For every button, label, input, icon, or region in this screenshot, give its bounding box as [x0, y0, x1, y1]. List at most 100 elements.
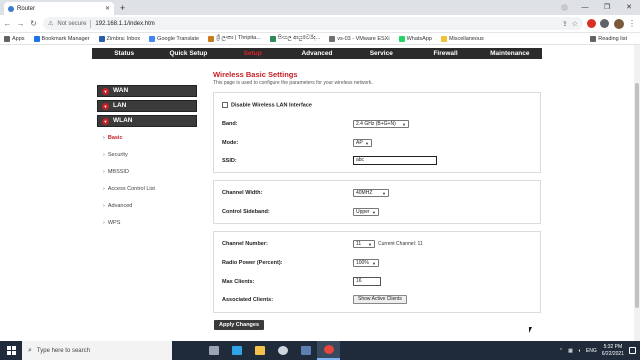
- warning-icon[interactable]: ⚠: [48, 20, 53, 27]
- apps-grid-icon: [4, 35, 10, 42]
- page-scrollbar[interactable]: [634, 45, 640, 341]
- browser-tab[interactable]: Router ✕: [4, 2, 114, 15]
- tray-arrow-icon[interactable]: ⌃: [559, 348, 563, 354]
- max-clients-input[interactable]: 16: [353, 277, 381, 286]
- menu-icon[interactable]: ⋮: [628, 19, 636, 28]
- new-tab-button[interactable]: +: [120, 3, 125, 13]
- nav-status[interactable]: Status: [92, 48, 156, 59]
- star-bookmark-icon: [33, 35, 40, 42]
- photos-icon[interactable]: [294, 341, 317, 360]
- divider: [90, 19, 92, 28]
- back-icon[interactable]: ←: [2, 19, 13, 28]
- sidebar-sub-wps[interactable]: WPS: [97, 215, 197, 232]
- disable-wlan-label: Disable Wireless LAN Interface: [231, 102, 312, 109]
- avatar[interactable]: [614, 18, 624, 29]
- close-window-button[interactable]: ✕: [618, 0, 640, 15]
- sidebar-sub-mbssid[interactable]: MBSSID: [97, 164, 197, 181]
- maximize-button[interactable]: ❐: [596, 0, 618, 15]
- channel-number-label: Channel Number:: [222, 241, 268, 247]
- control-sideband-value: Upper: [356, 209, 370, 215]
- nav-maintenance[interactable]: Maintenance: [478, 48, 542, 59]
- channel-number-select[interactable]: 11 ▼: [353, 240, 375, 248]
- close-icon[interactable]: ✕: [105, 5, 110, 12]
- task-view-icon[interactable]: [202, 341, 225, 360]
- volume-icon[interactable]: ◖: [578, 348, 581, 354]
- page-description: This page is used to configure the param…: [213, 80, 373, 86]
- associated-clients-label: Associated Clients:: [222, 297, 274, 303]
- reading-list[interactable]: Reading list: [590, 35, 627, 42]
- sidebar-sub-access-control[interactable]: Access Control List: [97, 181, 197, 198]
- site-icon: [208, 35, 215, 42]
- extensions-puzzle-icon[interactable]: [600, 19, 609, 28]
- bookmark-folder[interactable]: Miscellaneous: [440, 35, 484, 42]
- sidebar-item-wlan[interactable]: ▼ WLAN: [97, 115, 197, 127]
- address-bar[interactable]: ⚠ Not secure 192.168.1.1/index.htm ⇪ ☆: [43, 17, 583, 30]
- windows-logo-icon: [6, 346, 16, 355]
- sidebar-item-lan[interactable]: ▼ LAN: [97, 100, 197, 112]
- radio-power-label: Radio Power (Percent):: [222, 260, 283, 266]
- edge-icon[interactable]: [225, 341, 248, 360]
- system-tray: ⌃ ▦ ◖ ENG 5:32 PM 6/22/2021: [559, 341, 636, 360]
- bookmark-item[interactable]: Zimbra: Inbox: [98, 35, 141, 42]
- control-sideband-select[interactable]: Upper ▼: [353, 208, 379, 216]
- reading-list-icon: [590, 35, 597, 42]
- radio-power-select[interactable]: 100% ▼: [353, 259, 379, 267]
- router-sidebar: ▼ WAN ▼ LAN ▼ WLAN Basic Security MBSSID Ac…: [97, 85, 197, 232]
- bookmark-label: Bookmark Manager: [41, 35, 90, 42]
- taskbar-search[interactable]: ⌕ Type here to search: [22, 341, 172, 360]
- extension-icon[interactable]: [587, 19, 596, 28]
- chrome-icon[interactable]: [317, 341, 340, 360]
- star-icon[interactable]: ☆: [572, 20, 578, 28]
- nav-service[interactable]: Service: [349, 48, 413, 59]
- clock[interactable]: 5:32 PM 6/22/2021: [602, 344, 624, 358]
- network-icon[interactable]: ▦: [568, 348, 573, 354]
- forward-icon[interactable]: →: [15, 19, 26, 28]
- sidebar-sub-basic[interactable]: Basic: [97, 130, 197, 147]
- url-text[interactable]: 192.168.1.1/index.htm: [95, 21, 557, 27]
- band-select[interactable]: 2.4 GHz (B+G+N) ▼: [353, 120, 409, 128]
- bookmark-label: ශ්‍රී ලංකා | Thripita...: [216, 35, 261, 41]
- translate-icon: [149, 35, 156, 42]
- nav-setup[interactable]: Setup: [221, 48, 285, 59]
- notifications-icon[interactable]: [629, 347, 636, 354]
- bookmark-item[interactable]: vs-03 - VMware ESXi: [329, 35, 390, 42]
- sidebar-sub-advanced[interactable]: Advanced: [97, 198, 197, 215]
- bookmark-item[interactable]: සිංහල ආයුර්වේද...: [269, 35, 321, 42]
- band-value: 2.4 GHz (B+G+N): [356, 121, 396, 127]
- nav-quick-setup[interactable]: Quick Setup: [156, 48, 220, 59]
- panel-channel-width: Channel Width: 40MHZ ▼ Control Sideband: …: [213, 180, 541, 224]
- apply-changes-button[interactable]: Apply Changes: [214, 320, 265, 330]
- disable-wlan-row[interactable]: Disable Wireless LAN Interface: [222, 102, 312, 108]
- mode-select[interactable]: AP ▼: [353, 139, 372, 147]
- start-button[interactable]: [0, 346, 22, 355]
- clock-app-icon[interactable]: [271, 341, 294, 360]
- bookmark-item[interactable]: Bookmark Manager: [33, 35, 90, 42]
- bookmark-item[interactable]: WhatsApp: [398, 35, 432, 42]
- share-icon[interactable]: ⇪: [562, 20, 568, 28]
- arrow-down-icon: ▼: [102, 102, 109, 110]
- language-indicator[interactable]: ENG: [586, 348, 597, 354]
- explorer-icon[interactable]: [248, 341, 271, 360]
- bookmark-item[interactable]: ශ්‍රී ලංකා | Thripita...: [208, 35, 261, 42]
- nav-advanced[interactable]: Advanced: [285, 48, 349, 59]
- show-active-clients-button[interactable]: Show Active Clients: [353, 295, 407, 304]
- ssid-input[interactable]: abc: [353, 156, 437, 165]
- channel-width-select[interactable]: 40MHZ ▼: [353, 189, 389, 197]
- chevron-down-icon: ▼: [368, 241, 372, 247]
- tab-search-icon[interactable]: [561, 4, 568, 11]
- bookmark-apps[interactable]: Apps: [4, 35, 25, 42]
- not-secure-label: Not secure: [57, 20, 87, 27]
- bookmark-label: සිංහල ආයුර්වේද...: [277, 35, 321, 41]
- scrollbar-thumb[interactable]: [635, 83, 639, 308]
- disable-wlan-checkbox[interactable]: [222, 102, 228, 108]
- sidebar-item-label: LAN: [113, 102, 127, 109]
- sidebar-sub-security[interactable]: Security: [97, 147, 197, 164]
- nav-firewall[interactable]: Firewall: [413, 48, 477, 59]
- max-clients-label: Max Clients:: [222, 279, 255, 285]
- sidebar-item-wan[interactable]: ▼ WAN: [97, 85, 197, 97]
- minimize-button[interactable]: —: [574, 0, 596, 15]
- bookmark-label: Zimbra: Inbox: [106, 35, 141, 42]
- reload-icon[interactable]: ↻: [28, 19, 39, 28]
- vmware-icon: [329, 35, 336, 42]
- bookmark-item[interactable]: Google Translate: [149, 35, 199, 42]
